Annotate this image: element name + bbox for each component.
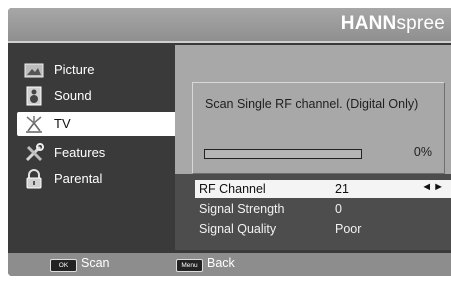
settings-row-label: RF Channel [199,182,266,196]
lock-icon [26,169,42,189]
settings-row-signal-strength: Signal Strength 0 [195,200,451,218]
scan-progress-bar [204,149,362,159]
channel-settings: RF Channel 21 ◄► Signal Strength 0 Signa… [175,174,451,250]
sidebar-item-label: Features [54,145,106,160]
settings-row-value: Poor [335,222,362,236]
left-right-arrows-icon[interactable]: ◄► [421,181,445,193]
sidebar-item-label: Parental [54,171,103,186]
brand-logo: HANNspree [340,13,445,34]
menu-key-icon: Menu [176,259,203,272]
sidebar-item-label: Sound [54,88,92,103]
tv-menu-frame: HANNspree Picture Sound TV Features Pare… [8,8,451,276]
footer-bar: OK Scan Menu Back [8,253,451,276]
ok-key-icon: OK [50,259,77,272]
picture-icon [24,63,44,78]
scan-status-box: Scan Single RF channel. (Digital Only) 0… [192,82,445,174]
settings-row-value: 21 [335,182,349,196]
header-bar: HANNspree [8,8,451,43]
settings-row-rf-channel[interactable]: RF Channel 21 ◄► [195,180,451,198]
scan-title: Scan Single RF channel. (Digital Only) [205,97,419,111]
settings-row-signal-quality: Signal Quality Poor [195,220,451,238]
sidebar-item-label: Picture [54,62,95,77]
settings-row-label: Signal Strength [199,202,285,216]
settings-row-label: Signal Quality [199,222,277,236]
sidebar-menu: Picture Sound TV Features Parental [8,45,181,250]
settings-row-value: 0 [335,202,342,216]
tools-icon [25,143,44,162]
scan-button-label: Scan [81,256,110,270]
scan-progress-percent: 0% [413,145,432,159]
sidebar-item-tv[interactable]: TV [17,112,181,136]
speaker-icon [26,86,42,106]
back-button-label: Back [207,256,235,270]
sidebar-item-label: TV [54,116,71,131]
antenna-icon [26,116,42,133]
